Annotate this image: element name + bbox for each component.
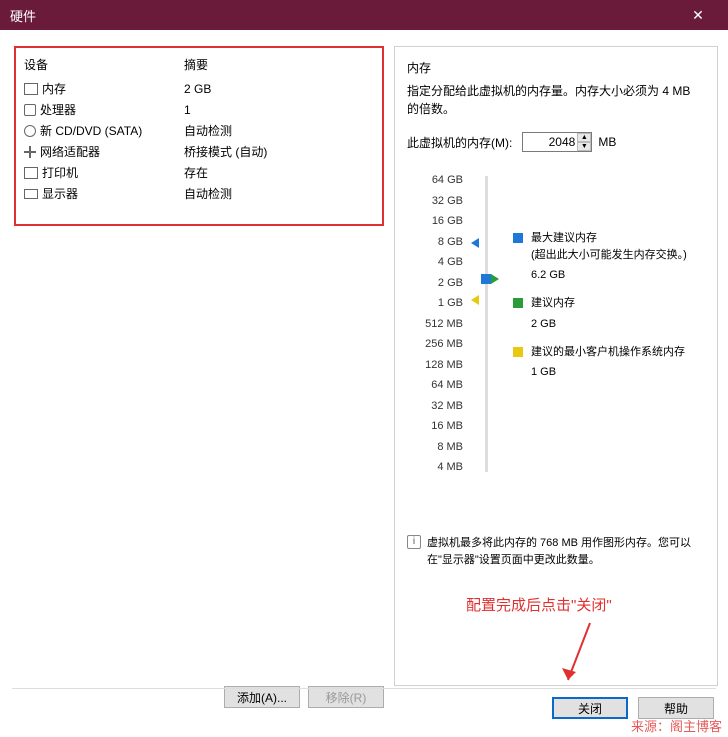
header-device: 设备 [24,56,184,73]
remove-button: 移除(R) [308,686,384,708]
recommended-marker-icon [491,274,499,284]
device-list-pane: 设备 摘要 内存 2 GB 处理器 1 新 CD/DVD (SATA) 自动检测… [14,46,384,708]
memory-icon [24,83,38,95]
monitor-icon [24,189,38,199]
legend-green-icon [513,298,523,308]
memory-legend: 最大建议内存 (超出此大小可能发生内存交换。) 6.2 GB 建议内存 2 GB… [513,170,705,478]
graphics-memory-note: i 虚拟机最多将此内存的 768 MB 用作图形内存。您可以在"显示器"设置页面… [407,535,705,568]
close-icon[interactable]: ✕ [678,0,718,30]
scale-labels: 64 GB 32 GB 16 GB 8 GB 4 GB 2 GB 1 GB 51… [407,170,463,478]
watermark: 来源：阁主博客 [631,716,722,735]
close-button[interactable]: 关闭 [552,697,628,719]
memory-scale: 64 GB 32 GB 16 GB 8 GB 4 GB 2 GB 1 GB 51… [407,170,705,478]
add-button[interactable]: 添加(A)... [224,686,300,708]
info-icon: i [407,535,421,549]
memory-title: 内存 [407,59,705,76]
titlebar: 硬件 ✕ [0,0,728,30]
legend-yellow-icon [513,347,523,357]
current-marker-icon[interactable] [481,274,491,284]
network-icon [24,146,36,158]
arrow-icon [550,618,610,698]
table-row[interactable]: 新 CD/DVD (SATA) 自动检测 [24,120,374,141]
rec-value: 2 GB [531,318,705,330]
disc-icon [24,125,36,137]
memory-settings-pane: 内存 指定分配给此虚拟机的内存量。内存大小必须为 4 MB 的倍数。 此虚拟机的… [394,46,718,686]
memory-input-label: 此虚拟机的内存(M): [407,134,512,151]
max-marker-icon [471,238,479,248]
table-row[interactable]: 内存 2 GB [24,78,374,99]
device-table: 设备 摘要 内存 2 GB 处理器 1 新 CD/DVD (SATA) 自动检测… [14,46,384,226]
table-row[interactable]: 打印机 存在 [24,162,374,183]
max-value: 6.2 GB [531,269,705,281]
header-summary: 摘要 [184,56,208,73]
legend-blue-icon [513,233,523,243]
table-row[interactable]: 网络适配器 桥接模式 (自动) [24,141,374,162]
device-table-header: 设备 摘要 [24,54,374,78]
spinner-buttons[interactable]: ▲▼ [577,133,591,151]
table-row[interactable]: 显示器 自动检测 [24,183,374,204]
memory-description: 指定分配给此虚拟机的内存量。内存大小必须为 4 MB 的倍数。 [407,82,705,118]
window-title: 硬件 [10,6,36,25]
cpu-icon [24,104,36,116]
annotation-text: 配置完成后点击"关闭" [466,594,612,615]
footer-divider [12,688,716,689]
memory-unit: MB [598,135,616,149]
min-marker-icon [471,295,479,305]
memory-slider[interactable] [473,170,503,478]
min-value: 1 GB [531,366,705,378]
printer-icon [24,167,38,179]
table-row[interactable]: 处理器 1 [24,99,374,120]
